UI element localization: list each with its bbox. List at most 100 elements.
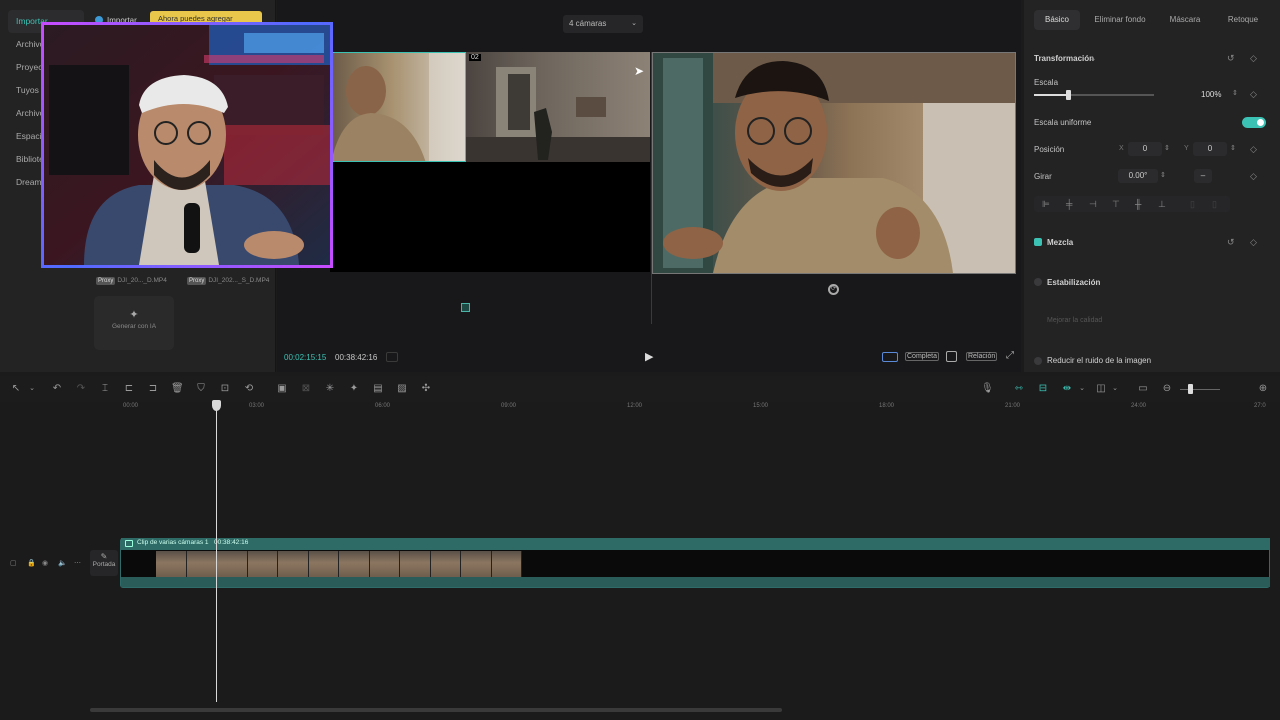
- camera-angle-2[interactable]: 02: [466, 52, 650, 162]
- track-toggle-icon[interactable]: ▢: [10, 559, 17, 569]
- cover-button[interactable]: ✎ Portada: [90, 550, 118, 576]
- timeline-scrollbar[interactable]: [90, 708, 782, 712]
- keyframe-icon[interactable]: ◇: [1250, 237, 1257, 247]
- chevron-down-icon[interactable]: ⌄: [26, 383, 38, 395]
- scale-value[interactable]: 100%: [1201, 90, 1221, 99]
- volume-icon[interactable]: 🔈: [58, 559, 67, 569]
- zoom-out-icon[interactable]: ⊖: [1161, 383, 1173, 395]
- distribute-h-icon[interactable]: ▯: [1190, 199, 1195, 209]
- stepper-icon[interactable]: ⇕: [1160, 171, 1166, 181]
- effects-icon[interactable]: ✳: [324, 383, 336, 395]
- trim-right-icon[interactable]: ⊐: [147, 383, 159, 395]
- ai-edit-icon[interactable]: ▣: [276, 383, 288, 395]
- stabilization-checkbox[interactable]: [1034, 278, 1042, 286]
- caption-track-icon[interactable]: ▭: [1137, 383, 1149, 395]
- transform-title[interactable]: Transformación: [1034, 54, 1094, 63]
- switch-camera-icon[interactable]: ⟳: [828, 284, 839, 295]
- rotate-input[interactable]: 0.00°: [1118, 169, 1158, 183]
- stepper-icon[interactable]: ⇕: [1232, 89, 1238, 99]
- reset-icon[interactable]: ↺: [1227, 237, 1235, 247]
- distribute-v-icon[interactable]: ▯: [1212, 199, 1217, 209]
- rotate-flip-button[interactable]: –: [1194, 169, 1212, 183]
- scale-slider[interactable]: [1034, 90, 1154, 100]
- zoom-in-icon[interactable]: ⊕: [1257, 383, 1269, 395]
- pos-x-input[interactable]: 0: [1128, 142, 1162, 156]
- noise-reduction-label[interactable]: Reducir el ruido de la imagen: [1047, 356, 1151, 365]
- align-right-icon[interactable]: ⊣: [1089, 199, 1097, 209]
- crop-icon[interactable]: ⊡: [219, 383, 231, 395]
- caption-icon[interactable]: ▤: [372, 383, 384, 395]
- eye-icon[interactable]: ◉: [42, 559, 48, 569]
- delete-icon[interactable]: 🗑: [171, 383, 184, 395]
- blend-checkbox[interactable]: [1034, 238, 1042, 246]
- noise-reduction-checkbox[interactable]: [1034, 357, 1042, 365]
- image-icon[interactable]: ▨: [396, 383, 408, 395]
- full-quality-button[interactable]: Completa: [905, 352, 939, 361]
- uniform-scale-toggle[interactable]: [1242, 117, 1266, 128]
- align-top-icon[interactable]: ⊤: [1112, 199, 1120, 209]
- link-icon[interactable]: ⇿: [1013, 383, 1025, 395]
- tab-basic[interactable]: Básico: [1034, 10, 1080, 30]
- play-button[interactable]: ▶: [645, 350, 653, 363]
- freeze-icon[interactable]: ⊠: [300, 383, 312, 395]
- playhead-line[interactable]: [216, 400, 217, 702]
- trim-left-icon[interactable]: ⊏: [123, 383, 135, 395]
- select-arrow-icon[interactable]: ↖: [10, 383, 22, 395]
- snap-icon[interactable]: ⇹: [1061, 383, 1073, 395]
- timecode-icon[interactable]: [386, 352, 398, 362]
- align-left-icon[interactable]: ⊫: [1042, 199, 1050, 209]
- keyframe-icon[interactable]: ◇: [1250, 144, 1257, 154]
- magnet-icon[interactable]: ⊟: [1037, 383, 1049, 395]
- shield-icon[interactable]: ⛉: [195, 383, 207, 395]
- camera-count-select[interactable]: 4 cámaras ⌄: [563, 15, 643, 33]
- undo-icon[interactable]: ↶: [51, 383, 63, 395]
- redo-icon[interactable]: ↷: [75, 383, 87, 395]
- collapse-up-icon[interactable]: ▲: [1090, 54, 1096, 64]
- keyframe-icon[interactable]: ◇: [1250, 89, 1257, 99]
- pos-x-label: X: [1119, 145, 1124, 152]
- stabilization-label[interactable]: Estabilización: [1047, 278, 1100, 287]
- aspect-ratio-button[interactable]: Relación: [966, 352, 998, 361]
- main-preview-video[interactable]: [652, 52, 1016, 274]
- keyframe-icon[interactable]: ◇: [1250, 53, 1257, 63]
- stepper-icon[interactable]: ⇕: [1230, 144, 1236, 154]
- improve-quality-label[interactable]: Mejorar la calidad: [1047, 317, 1102, 324]
- camera-number-badge: 02: [469, 54, 481, 61]
- lock-icon[interactable]: 🔒: [27, 559, 36, 569]
- fullscreen-icon[interactable]: ⤢: [1006, 350, 1014, 361]
- more-icon[interactable]: ⋯: [74, 559, 81, 569]
- tab-remove-background[interactable]: Eliminar fondo: [1090, 10, 1150, 30]
- align-center-h-icon[interactable]: ╪: [1066, 199, 1072, 209]
- blend-label[interactable]: Mezcla: [1047, 238, 1073, 247]
- zoom-slider-handle[interactable]: [1188, 384, 1193, 394]
- speed-icon[interactable]: ⟲: [243, 383, 255, 395]
- timeline-ruler[interactable]: 00:00 03:00 06:00 09:00 12:00 15:00 18:0…: [90, 402, 1280, 414]
- align-center-v-icon[interactable]: ╫: [1135, 199, 1141, 209]
- zoom-fit-icon[interactable]: [946, 351, 957, 362]
- playhead-handle[interactable]: [212, 400, 221, 411]
- tab-retouch[interactable]: Retoque: [1218, 10, 1268, 30]
- scale-slider-handle[interactable]: [1065, 90, 1071, 100]
- film-frame: [247, 551, 278, 577]
- stepper-icon[interactable]: ⇕: [1164, 144, 1170, 154]
- split-icon[interactable]: ⌶: [99, 383, 111, 395]
- pos-y-input[interactable]: 0: [1193, 142, 1227, 156]
- chevron-down-icon[interactable]: ⌄: [1076, 383, 1088, 395]
- media-item-2[interactable]: Proxy DJI_202..._S_D.MP4: [187, 274, 269, 285]
- magic-icon[interactable]: ✦: [348, 383, 360, 395]
- zoom-slider[interactable]: [1180, 389, 1220, 390]
- media-item-1[interactable]: Proxy DJI_20..._D.MP4: [96, 274, 167, 285]
- preview-axis-icon[interactable]: ◫: [1095, 383, 1107, 395]
- keyframe-icon[interactable]: ◇: [1250, 171, 1257, 181]
- camera-angle-1[interactable]: [330, 52, 466, 162]
- chevron-down-icon[interactable]: ⌄: [1109, 383, 1121, 395]
- generate-ai-button[interactable]: ✦ Generar con IA: [94, 296, 174, 350]
- reset-icon[interactable]: ↺: [1227, 53, 1235, 63]
- grid-layout-icon[interactable]: [461, 303, 470, 312]
- preview-divider[interactable]: [651, 52, 652, 324]
- microphone-icon[interactable]: 🎙: [981, 383, 994, 395]
- multicam-toggle-icon[interactable]: [882, 352, 898, 362]
- align-bottom-icon[interactable]: ⊥: [1158, 199, 1166, 209]
- tab-mask[interactable]: Máscara: [1160, 10, 1210, 30]
- smart-icon[interactable]: ✣: [420, 383, 432, 395]
